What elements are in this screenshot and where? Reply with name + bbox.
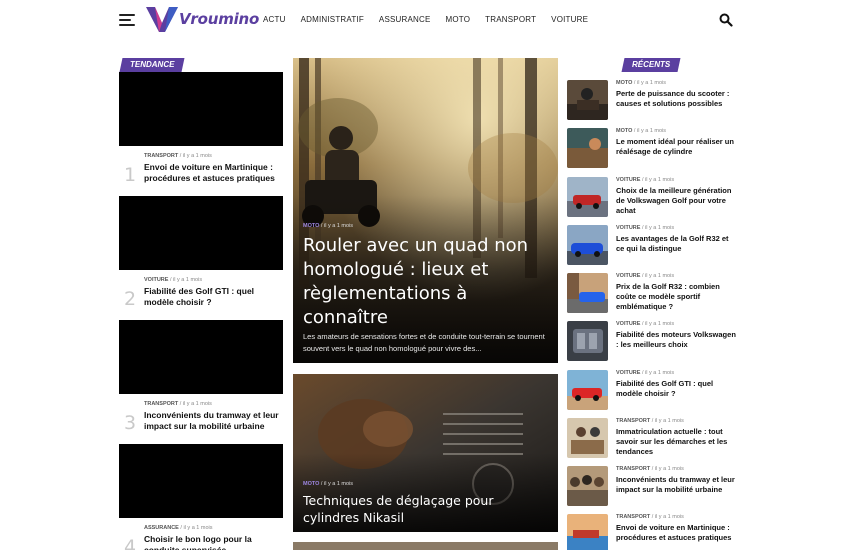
featured-article[interactable] [293,542,558,550]
list-item[interactable]: TRANSPORT / il y a 1 mois Immatriculatio… [567,418,737,466]
article-meta: VOITURE / il y a 1 mois [616,321,675,327]
article-meta: MOTO / il y a 1 mois [616,80,667,86]
site-header: Vroumino ACTU ADMINISTRATIF ASSURANCE MO… [0,0,850,42]
list-item[interactable]: TRANSPORT / il y a 1 mois 3 Inconvénient… [119,320,283,434]
article-title[interactable]: Prix de la Golf R32 : combien coûte ce m… [616,282,738,312]
article-image[interactable] [119,72,283,146]
article-title[interactable]: Fiabilité des Golf GTI : quel modèle cho… [144,286,284,308]
article-thumbnail[interactable] [567,128,608,168]
article-title[interactable]: Les avantages de la Golf R32 et ce qui l… [616,234,738,254]
list-item[interactable]: VOITURE / il y a 1 mois Les avantages de… [567,225,737,273]
article-meta: TRANSPORT / il y a 1 mois [616,466,684,472]
article-meta: VOITURE / il y a 1 mois [616,273,675,279]
article-meta: TRANSPORT / il y a 1 mois [616,418,684,424]
article-meta: MOTO / il y a 1 mois [303,481,354,487]
article-meta: VOITURE / il y a 1 mois [616,177,675,183]
article-thumbnail[interactable] [567,418,608,458]
nav-item-moto[interactable]: MOTO [446,15,471,24]
article-thumbnail[interactable] [567,273,608,313]
list-item[interactable]: VOITURE / il y a 1 mois Fiabilité des Go… [567,370,737,418]
article-title[interactable]: Perte de puissance du scooter : causes e… [616,89,738,109]
list-item[interactable]: VOITURE / il y a 1 mois Fiabilité des mo… [567,321,737,369]
list-item[interactable]: MOTO / il y a 1 mois Perte de puissance … [567,80,737,128]
search-icon[interactable] [719,13,733,27]
article-thumbnail[interactable] [567,225,608,265]
logo-text: Vroumino [179,10,260,28]
article-meta: MOTO / il y a 1 mois [303,223,354,229]
nav-item-voiture[interactable]: VOITURE [551,15,588,24]
article-meta: TRANSPORT / il y a 1 mois [616,514,684,520]
article-title[interactable]: Techniques de déglaçage pour cylindres N… [303,492,543,526]
article-meta: MOTO / il y a 1 mois [616,128,667,134]
list-item[interactable]: TRANSPORT / il y a 1 mois Envoi de voitu… [567,514,737,550]
list-item[interactable]: VOITURE / il y a 1 mois 2 Fiabilité des … [119,196,283,310]
list-item[interactable]: VOITURE / il y a 1 mois Prix de la Golf … [567,273,737,321]
article-meta: TRANSPORT / il y a 1 mois [144,153,212,159]
nav-item-transport[interactable]: TRANSPORT [485,15,536,24]
article-meta: VOITURE / il y a 1 mois [144,277,203,283]
article-title[interactable]: Fiabilité des moteurs Volkswagen : les m… [616,330,738,350]
article-thumbnail[interactable] [567,177,608,217]
article-meta: TRANSPORT / il y a 1 mois [144,401,212,407]
nav-item-assurance[interactable]: ASSURANCE [379,15,431,24]
article-thumbnail[interactable] [567,80,608,120]
featured-article[interactable]: MOTO / il y a 1 mois Techniques de dégla… [293,374,558,532]
featured-article[interactable]: MOTO / il y a 1 mois Rouler avec un quad… [293,58,558,363]
list-item[interactable]: MOTO / il y a 1 mois Le moment idéal pou… [567,128,737,176]
logo-mark-icon [146,7,178,32]
article-title[interactable]: Choix de la meilleure génération de Volk… [616,186,738,216]
list-item[interactable]: TRANSPORT / il y a 1 mois 1 Envoi de voi… [119,72,283,186]
article-thumbnail[interactable] [567,466,608,506]
article-title[interactable]: Fiabilité des Golf GTI : quel modèle cho… [616,379,738,399]
list-item[interactable]: VOITURE / il y a 1 mois Choix de la meil… [567,177,737,225]
rank-number: 1 [124,164,137,186]
rank-number: 3 [124,412,137,434]
article-thumbnail[interactable] [567,514,608,550]
article-meta: VOITURE / il y a 1 mois [616,370,675,376]
article-thumbnail[interactable] [567,370,608,410]
article-title[interactable]: Immatriculation actuelle : tout savoir s… [616,427,738,457]
article-title[interactable]: Inconvénients du tramway et leur impact … [144,410,284,432]
list-item[interactable]: ASSURANCE / il y a 1 mois 4 Choisir le b… [119,444,283,550]
article-image[interactable] [119,444,283,518]
rank-number: 2 [124,288,137,310]
list-item[interactable]: TRANSPORT / il y a 1 mois Inconvénients … [567,466,737,514]
nav-item-administratif[interactable]: ADMINISTRATIF [301,15,364,24]
tendance-tag: TENDANCE [119,58,185,72]
article-meta: VOITURE / il y a 1 mois [616,225,675,231]
article-thumbnail[interactable] [567,321,608,361]
menu-icon[interactable] [119,14,135,26]
article-title[interactable]: Rouler avec un quad non homologué : lieu… [303,234,553,330]
article-title[interactable]: Le moment idéal pour réaliser un réalésa… [616,137,738,157]
recents-tag: RÉCENTS [621,58,681,72]
rank-number: 4 [124,536,137,550]
article-image[interactable] [119,196,283,270]
article-title[interactable]: Envoi de voiture en Martinique : procédu… [616,523,738,543]
site-logo[interactable]: Vroumino [146,5,259,33]
article-meta: ASSURANCE / il y a 1 mois [144,525,213,531]
article-excerpt: Les amateurs de sensations fortes et de … [303,332,545,353]
article-title[interactable]: Envoi de voiture en Martinique : procédu… [144,162,284,184]
article-title[interactable]: Choisir le bon logo pour la conduite sup… [144,534,284,550]
nav-item-actu[interactable]: ACTU [263,15,286,24]
article-title[interactable]: Inconvénients du tramway et leur impact … [616,475,738,495]
article-image[interactable] [119,320,283,394]
main-nav: ACTU ADMINISTRATIF ASSURANCE MOTO TRANSP… [263,15,588,24]
